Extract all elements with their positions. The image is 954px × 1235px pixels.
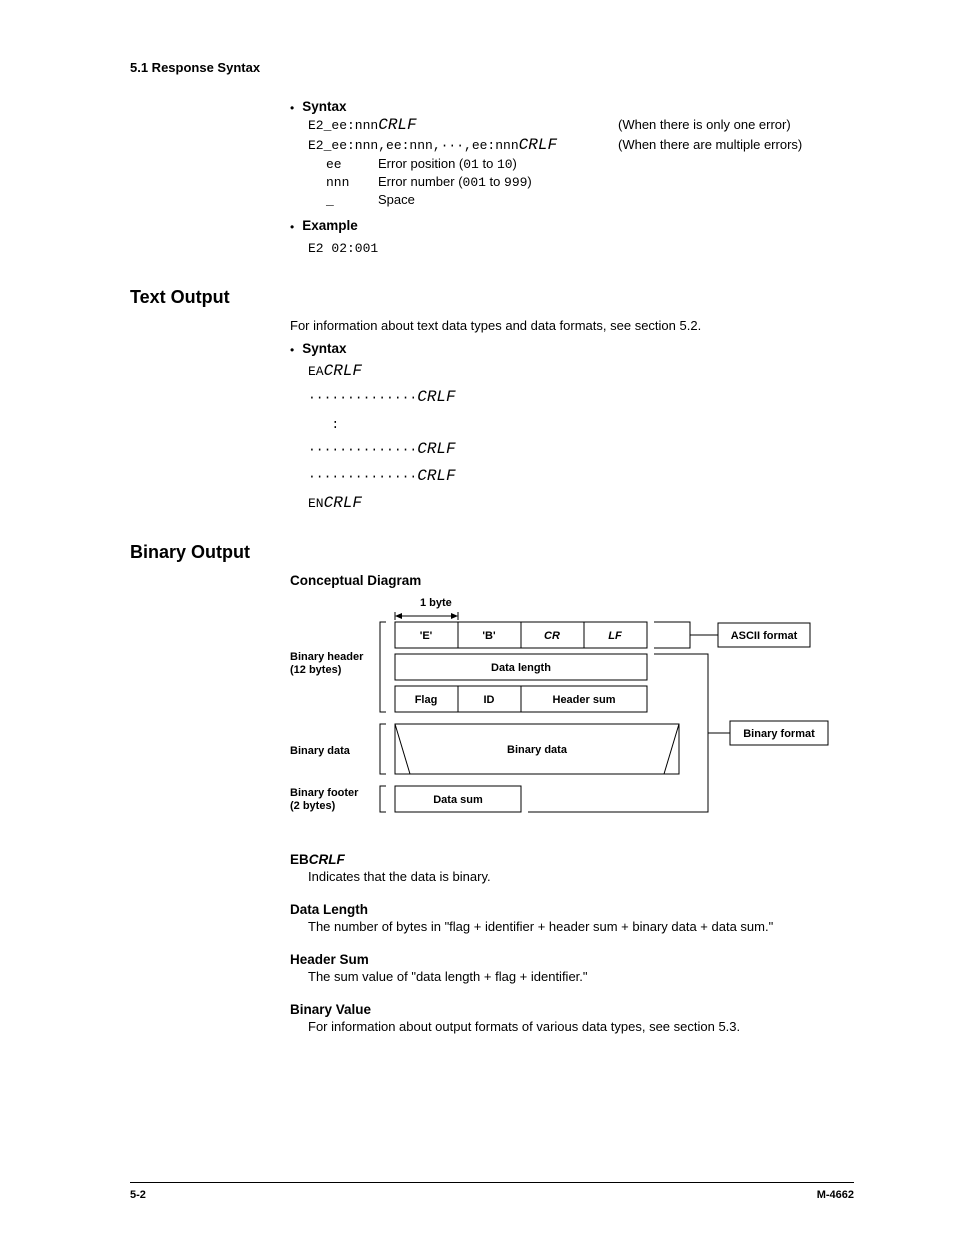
svg-text:Binary data: Binary data bbox=[507, 744, 568, 756]
header-sum-desc: The sum value of "data length + flag + i… bbox=[308, 969, 854, 984]
diagram-row2-text: Data length bbox=[491, 662, 551, 674]
content-column: • Syntax E2_ee:nnnCRLF (When there is on… bbox=[290, 99, 854, 261]
diagram-data-sum-text: Data sum bbox=[433, 794, 483, 806]
doc-id: M-4662 bbox=[817, 1189, 854, 1201]
syntax-line-1: E2_ee:nnnCRLF (When there is only one er… bbox=[308, 116, 854, 134]
svg-text:'E': 'E' bbox=[420, 630, 433, 642]
page-footer: 5-2 M-4662 bbox=[0, 1182, 954, 1201]
def-val-space: Space bbox=[378, 192, 415, 207]
def-key-space: _ bbox=[326, 193, 378, 208]
bracket-right-ascii bbox=[654, 622, 690, 648]
syntax-code-2a: E2_ee:nnn,ee:nnn,···,ee:nnn bbox=[308, 138, 519, 153]
def-row-nnn: nnn Error number (001 to 999) bbox=[326, 174, 854, 190]
svg-text:Flag: Flag bbox=[415, 694, 438, 706]
eb-heading: EBCRLF bbox=[290, 852, 854, 867]
data-length-heading: Data Length bbox=[290, 902, 854, 917]
example-code: E2 02:001 bbox=[308, 241, 378, 256]
conceptual-diagram: 1 byte 'E' 'B' CR LF bbox=[290, 594, 854, 834]
example-label: Example bbox=[302, 218, 358, 233]
svg-text:Header sum: Header sum bbox=[553, 694, 616, 706]
data-length-desc: The number of bytes in "flag + identifie… bbox=[308, 919, 854, 934]
example-bullet: • Example bbox=[290, 218, 854, 233]
diagram-byte-label: 1 byte bbox=[420, 597, 452, 609]
diagram-row3: Flag ID Header sum bbox=[395, 686, 647, 712]
section-path: 5.1 Response Syntax bbox=[130, 60, 854, 75]
page: 5.1 Response Syntax • Syntax E2_ee:nnnCR… bbox=[0, 0, 954, 1235]
diagram-left-label-2: Binary data bbox=[290, 745, 351, 757]
bullet-icon: • bbox=[290, 344, 294, 356]
page-number: 5-2 bbox=[130, 1189, 146, 1201]
binary-value-heading: Binary Value bbox=[290, 1002, 854, 1017]
diagram-binary-data: Binary data bbox=[395, 724, 679, 774]
svg-text:ID: ID bbox=[484, 694, 495, 706]
def-val-ee: Error position (01 to 10) bbox=[378, 156, 517, 172]
text-output-content: For information about text data types an… bbox=[290, 318, 854, 517]
bullet-icon: • bbox=[290, 102, 294, 114]
text-syntax-bullet: • Syntax bbox=[290, 341, 854, 356]
text-syntax-label: Syntax bbox=[302, 341, 346, 356]
def-row-ee: ee Error position (01 to 10) bbox=[326, 156, 854, 172]
syntax-code-1a: E2_ee:nnn bbox=[308, 118, 378, 133]
example-code-block: E2 02:001 bbox=[308, 235, 854, 261]
conceptual-diagram-label: Conceptual Diagram bbox=[290, 573, 854, 588]
diagram-binary-label: Binary format bbox=[743, 728, 815, 740]
diagram-svg: 1 byte 'E' 'B' CR LF bbox=[290, 594, 850, 834]
diagram-ascii-label: ASCII format bbox=[731, 630, 798, 642]
text-syntax-block: EACRLF ··············CRLF : ············… bbox=[308, 358, 854, 517]
def-row-space: _ Space bbox=[326, 192, 854, 208]
diagram-left-label-3: Binary footer (2 bytes) bbox=[290, 787, 362, 812]
syntax-crlf-2: CRLF bbox=[519, 136, 557, 154]
heading-binary-output: Binary Output bbox=[130, 542, 854, 563]
def-key-nnn: nnn bbox=[326, 175, 378, 190]
diagram-left-label-1: Binary header (12 bytes) bbox=[290, 651, 366, 676]
svg-text:LF: LF bbox=[608, 630, 622, 642]
svg-text:CR: CR bbox=[544, 630, 560, 642]
heading-text-output: Text Output bbox=[130, 287, 854, 308]
header-sum-heading: Header Sum bbox=[290, 952, 854, 967]
bracket-right-binary bbox=[528, 654, 708, 812]
def-val-nnn: Error number (001 to 999) bbox=[378, 174, 532, 190]
syntax-line-2: E2_ee:nnn,ee:nnn,···,ee:nnnCRLF (When th… bbox=[308, 136, 854, 154]
binary-output-content: Conceptual Diagram 1 byte 'E' 'B' bbox=[290, 573, 854, 1034]
text-output-intro: For information about text data types an… bbox=[290, 318, 854, 333]
bullet-icon: • bbox=[290, 221, 294, 233]
eb-desc: Indicates that the data is binary. bbox=[308, 869, 854, 884]
def-key-ee: ee bbox=[326, 157, 378, 172]
svg-text:'B': 'B' bbox=[482, 630, 496, 642]
syntax-bullet: • Syntax bbox=[290, 99, 854, 114]
bracket-left-3 bbox=[380, 786, 386, 812]
syntax-crlf-1: CRLF bbox=[378, 116, 416, 134]
bracket-left-2 bbox=[380, 724, 386, 774]
binary-value-desc: For information about output formats of … bbox=[308, 1019, 854, 1034]
syntax-note-1: (When there is only one error) bbox=[618, 117, 791, 132]
bracket-left-1 bbox=[380, 622, 386, 712]
diagram-row1: 'E' 'B' CR LF bbox=[395, 622, 647, 648]
syntax-label: Syntax bbox=[302, 99, 346, 114]
syntax-note-2: (When there are multiple errors) bbox=[618, 137, 802, 152]
